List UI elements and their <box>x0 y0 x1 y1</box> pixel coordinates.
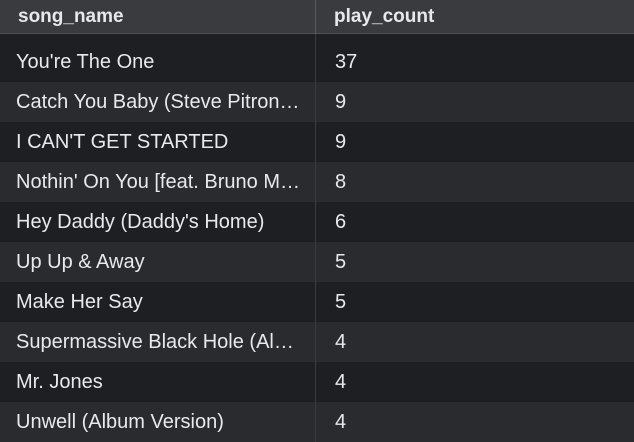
results-grid: song_name play_count You're The One 37 C… <box>0 0 634 442</box>
cell-song-name[interactable]: Catch You Baby (Steve Pitron & Max Sanna… <box>0 82 316 122</box>
cell-play-count[interactable]: 9 <box>316 122 634 162</box>
cell-play-count[interactable]: 5 <box>316 242 634 282</box>
table-row[interactable]: Up Up & Away 5 <box>0 242 634 282</box>
cell-song-name[interactable]: Make Her Say <box>0 282 316 322</box>
header-spacer <box>0 34 634 42</box>
table-row[interactable]: I CAN'T GET STARTED 9 <box>0 122 634 162</box>
cell-play-count[interactable]: 8 <box>316 162 634 202</box>
cell-play-count[interactable]: 37 <box>316 42 634 82</box>
table-row[interactable]: Catch You Baby (Steve Pitron & Max Sanna… <box>0 82 634 122</box>
cell-play-count[interactable]: 4 <box>316 402 634 442</box>
table-row[interactable]: Make Her Say 5 <box>0 282 634 322</box>
table-row[interactable]: Supermassive Black Hole (Album Version) … <box>0 322 634 362</box>
cell-song-name[interactable]: Supermassive Black Hole (Album Version) <box>0 322 316 362</box>
cell-song-name[interactable]: Nothin' On You [feat. Bruno Mars] (Album… <box>0 162 316 202</box>
cell-play-count[interactable]: 4 <box>316 322 634 362</box>
cell-play-count[interactable]: 5 <box>316 282 634 322</box>
table-row[interactable]: Mr. Jones 4 <box>0 362 634 402</box>
cell-song-name[interactable]: Up Up & Away <box>0 242 316 282</box>
cell-song-name[interactable]: Mr. Jones <box>0 362 316 402</box>
cell-play-count[interactable]: 4 <box>316 362 634 402</box>
column-header-song-name[interactable]: song_name <box>0 0 316 33</box>
table-row[interactable]: You're The One 37 <box>0 42 634 82</box>
cell-song-name[interactable]: Hey Daddy (Daddy's Home) <box>0 202 316 242</box>
table-row[interactable]: Hey Daddy (Daddy's Home) 6 <box>0 202 634 242</box>
cell-play-count[interactable]: 9 <box>316 82 634 122</box>
column-header-play-count[interactable]: play_count <box>316 0 634 33</box>
cell-song-name[interactable]: Unwell (Album Version) <box>0 402 316 442</box>
cell-song-name[interactable]: You're The One <box>0 42 316 82</box>
cell-play-count[interactable]: 6 <box>316 202 634 242</box>
table-row[interactable]: Unwell (Album Version) 4 <box>0 402 634 442</box>
table-header: song_name play_count <box>0 0 634 34</box>
table-row[interactable]: Nothin' On You [feat. Bruno Mars] (Album… <box>0 162 634 202</box>
cell-song-name[interactable]: I CAN'T GET STARTED <box>0 122 316 162</box>
table-body: You're The One 37 Catch You Baby (Steve … <box>0 42 634 442</box>
